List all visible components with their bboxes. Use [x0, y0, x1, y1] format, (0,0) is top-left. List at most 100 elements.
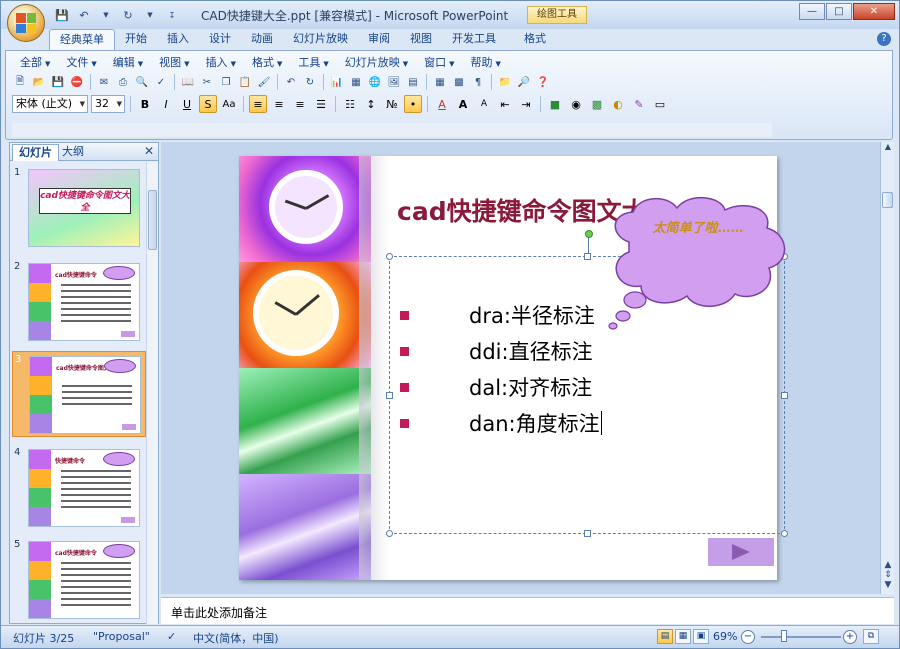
columns-icon[interactable]: ☷ [341, 95, 359, 113]
slide-thumbnail[interactable]: 5 cad快捷键命令 [12, 537, 146, 623]
research-icon[interactable]: 📖 [180, 74, 196, 90]
bullet-item[interactable]: dal:对齐标注 [400, 369, 602, 405]
language-indicator[interactable]: 中文(简体，中国) [193, 630, 279, 646]
help-icon[interactable]: ? [877, 32, 891, 46]
align-center-icon[interactable]: ≡ [270, 95, 288, 113]
print-preview-icon[interactable]: 🔍 [134, 74, 150, 90]
folder-icon[interactable]: 📁 [497, 74, 513, 90]
slide-design-icon[interactable]: ◉ [567, 95, 585, 113]
menu-tools[interactable]: 工具 ▼ [290, 55, 336, 71]
slide-thumbnail[interactable]: 2 cad快捷键命令 [12, 259, 146, 345]
customize-qat-icon[interactable]: ↧ [163, 7, 181, 23]
slide-vertical-scrollbar[interactable]: ▲ ▲ ⇕ ▼ [880, 142, 894, 594]
zoom-out-icon[interactable]: − [741, 630, 755, 644]
shrink-font-icon[interactable]: A [475, 95, 493, 113]
normal-view-button[interactable]: ▤ [657, 629, 673, 644]
save-icon[interactable]: 💾 [50, 74, 66, 90]
office-button[interactable] [7, 4, 45, 42]
paste-icon[interactable]: 📋 [237, 74, 253, 90]
tab-developer[interactable]: 开发工具 [442, 29, 506, 51]
fill-color-icon[interactable]: ◐ [609, 95, 627, 113]
tab-design[interactable]: 设计 [199, 29, 241, 51]
hyperlink-icon[interactable]: 🌐 [367, 74, 383, 90]
zoom-slider-knob[interactable] [781, 630, 787, 642]
tab-slideshow[interactable]: 幻灯片放映 [283, 29, 358, 51]
align-left-icon[interactable]: ≡ [249, 95, 267, 113]
tab-outline[interactable]: 大纲 [56, 144, 90, 161]
zoom-in-icon[interactable]: + [843, 630, 857, 644]
font-color-icon[interactable]: A [433, 95, 451, 113]
close-icon[interactable]: ✕ [144, 144, 154, 158]
rotation-handle[interactable] [585, 230, 593, 238]
open-folder-icon[interactable]: 📂 [31, 74, 47, 90]
decrease-indent-icon[interactable]: ⇤ [496, 95, 514, 113]
thumbnail-scrollbar[interactable] [146, 162, 158, 624]
zoom-icon[interactable]: 🔎 [516, 74, 532, 90]
tab-view[interactable]: 视图 [400, 29, 442, 51]
resize-handle-tm[interactable] [584, 253, 591, 260]
spell-check-icon[interactable]: ✓ [167, 630, 176, 643]
menu-view[interactable]: 视图 ▼ [151, 55, 197, 71]
grow-font-icon[interactable]: A [454, 95, 472, 113]
new-slide-icon[interactable]: ■ [546, 95, 564, 113]
maximize-button[interactable]: □ [826, 3, 852, 20]
bullet-item[interactable]: dan:角度标注 [400, 405, 602, 441]
underline-icon[interactable]: U [178, 95, 196, 113]
font-name-select[interactable]: 宋体 (止文) ▼ [12, 95, 88, 113]
resize-handle-bm[interactable] [584, 530, 591, 537]
picture-icon[interactable]: 🖼 [386, 74, 402, 90]
bullet-item[interactable]: ddi:直径标注 [400, 333, 602, 369]
thought-cloud-callout[interactable]: 太简单了啦…… [601, 196, 791, 330]
menu-help[interactable]: 帮助 ▼ [463, 55, 509, 71]
next-slide-button[interactable] [708, 538, 774, 566]
slide-thumbnail[interactable]: 4 快捷键命令 [12, 445, 146, 531]
copy-icon[interactable]: ❐ [218, 74, 234, 90]
cut-icon[interactable]: ✂ [199, 74, 215, 90]
permission-icon[interactable]: ⛔ [69, 74, 85, 90]
increase-indent-icon[interactable]: ⇥ [517, 95, 535, 113]
menu-insert[interactable]: 插入 ▼ [198, 55, 244, 71]
tab-slides[interactable]: 幻灯片 [12, 144, 59, 161]
menu-edit[interactable]: 编辑 ▼ [105, 55, 151, 71]
font-size-select[interactable]: 32 ▼ [91, 95, 125, 113]
menu-format[interactable]: 格式 ▼ [244, 55, 290, 71]
scrollbar-thumb[interactable] [882, 192, 893, 208]
resize-handle-ml[interactable] [386, 392, 393, 399]
new-file-icon[interactable]: 🗎 [12, 74, 28, 90]
zoom-slider[interactable] [761, 636, 841, 638]
grid-icon[interactable]: ▤ [405, 74, 421, 90]
resize-handle-br[interactable] [781, 530, 788, 537]
resize-handle-mr[interactable] [781, 392, 788, 399]
help-icon[interactable]: ❓ [535, 74, 551, 90]
slide-canvas[interactable]: cad快捷键命令图文大全 dra:半径标注 ddi:直径标注 dal:对齐标注 … [239, 156, 788, 580]
show-formatting-icon[interactable]: ¶ [470, 74, 486, 90]
slide-thumbnail-selected[interactable]: 3 cad快捷键命令图文 [12, 351, 146, 437]
minimize-button[interactable]: — [799, 3, 825, 20]
save-icon[interactable]: 💾 [53, 7, 71, 23]
slide-sorter-button[interactable]: ▦ [675, 629, 691, 644]
tab-classic-menu[interactable]: 经典菜单 [49, 29, 115, 51]
redo-icon[interactable]: ↻ [302, 74, 318, 90]
redo-icon[interactable]: ↻ [119, 7, 137, 23]
slideshow-button[interactable]: ▣ [693, 629, 709, 644]
shadow-icon[interactable]: S [199, 95, 217, 113]
scroll-up-icon[interactable]: ▲ [882, 142, 894, 156]
shadow-style-icon[interactable]: ▭ [651, 95, 669, 113]
numbering-icon[interactable]: № [383, 95, 401, 113]
spelling-icon[interactable]: ✓ [153, 74, 169, 90]
bullets-icon[interactable]: • [404, 95, 422, 113]
email-icon[interactable]: ✉ [96, 74, 112, 90]
slide-thumbnail[interactable]: 1 cad快捷键命令图文大全 [12, 165, 146, 251]
bullet-item[interactable]: dra:半径标注 [400, 297, 602, 333]
undo-icon[interactable]: ↶ [283, 74, 299, 90]
italic-icon[interactable]: I [157, 95, 175, 113]
resize-handle-tl[interactable] [386, 253, 393, 260]
text-direction-icon[interactable]: ↕ [362, 95, 380, 113]
menu-file[interactable]: 文件 ▼ [58, 55, 104, 71]
print-icon[interactable]: ⎙ [115, 74, 131, 90]
resize-handle-bl[interactable] [386, 530, 393, 537]
notes-pane[interactable]: 单击此处添加备注 [161, 597, 894, 624]
tab-format[interactable]: 格式 [514, 29, 556, 51]
tab-insert[interactable]: 插入 [157, 29, 199, 51]
menu-slideshow[interactable]: 幻灯片放映 ▼ [337, 55, 416, 71]
